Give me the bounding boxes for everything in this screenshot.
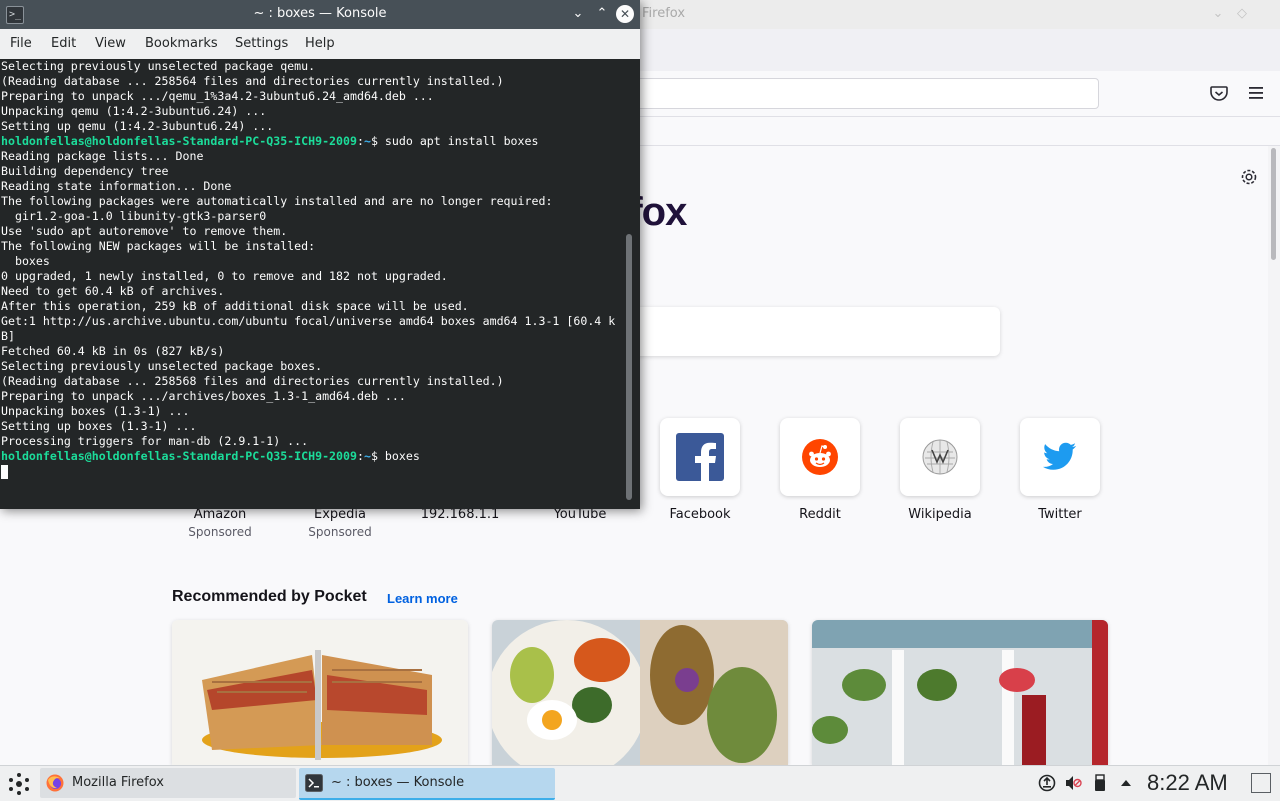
terminal-line: Unpacking boxes (1.3-1) ... — [1, 404, 190, 418]
top-site-label: YouTube — [553, 507, 607, 522]
terminal-line: Preparing to unpack .../qemu_1%3a4.2-3ub… — [1, 89, 434, 103]
page-scrollbar-thumb[interactable] — [1271, 148, 1276, 260]
menu-help[interactable]: Help — [305, 36, 335, 51]
pocket-story-card[interactable] — [492, 620, 788, 765]
terminal-prompt-line: holdonfellas@holdonfellas-Standard-PC-Q3… — [1, 134, 538, 149]
terminal-line: 0 upgraded, 1 newly installed, 0 to remo… — [1, 269, 448, 283]
terminal-line: The following packages were automaticall… — [1, 194, 553, 208]
konsole-window-title: ~ : boxes — Konsole — [253, 6, 387, 21]
sponsored-label: Sponsored — [308, 525, 372, 539]
pocket-icon[interactable] — [1208, 82, 1230, 104]
prompt-command: $ sudo apt install boxes — [370, 134, 539, 148]
terminal-line: Need to get 60.4 kB of archives. — [1, 284, 225, 298]
terminal-line: B] — [1, 329, 15, 343]
twitter-icon — [1043, 442, 1077, 470]
pocket-story-card[interactable] — [812, 620, 1108, 765]
taskbar: Mozilla Firefox ~ : boxes — Konsole 8:22… — [0, 765, 1280, 801]
konsole-titlebar[interactable]: >_ ~ : boxes — Konsole ⌄ ⌃ ✕ — [0, 0, 640, 29]
prompt-separator: : — [356, 449, 364, 463]
terminal-line: After this operation, 259 kB of addition… — [1, 299, 469, 313]
top-site-reddit[interactable]: Reddit — [780, 418, 860, 522]
story-thumbnail — [172, 620, 468, 765]
top-site-label: Wikipedia — [908, 507, 972, 522]
pocket-heading: Recommended by Pocket — [172, 588, 367, 605]
terminal-line: Reading package lists... Done — [1, 149, 204, 163]
firefox-icon — [46, 774, 64, 792]
maximize-icon[interactable]: ◇ — [1234, 6, 1250, 22]
terminal-line: Fetched 60.4 kB in 0s (827 kB/s) — [1, 344, 225, 358]
gear-icon[interactable] — [1238, 166, 1260, 188]
pocket-story-card[interactable] — [172, 620, 468, 765]
minimize-icon[interactable]: ⌄ — [1210, 6, 1226, 22]
taskbar-item-konsole[interactable]: ~ : boxes — Konsole — [299, 768, 555, 800]
top-site-label: 192.168.1.1 — [420, 507, 500, 522]
terminal-line: Use 'sudo apt autoremove' to remove them… — [1, 224, 288, 238]
application-launcher-icon[interactable] — [6, 771, 32, 797]
terminal-scrollbar-thumb[interactable] — [626, 234, 632, 500]
clock[interactable]: 8:22 AM — [1147, 770, 1228, 796]
removable-device-icon[interactable] — [1091, 774, 1109, 792]
menu-view[interactable]: View — [95, 36, 126, 51]
top-site-facebook[interactable]: Facebook — [660, 418, 740, 522]
learn-more-link[interactable]: Learn more — [387, 591, 458, 606]
top-site-wikipedia[interactable]: Wikipedia — [900, 418, 980, 522]
reddit-icon — [802, 439, 838, 475]
top-site-label: Expedia — [314, 507, 366, 522]
menu-bookmarks[interactable]: Bookmarks — [145, 36, 218, 51]
terminal-line: gir1.2-goa-1.0 libunity-gtk3-parser0 — [1, 209, 267, 223]
terminal-line: Preparing to unpack .../archives/boxes_1… — [1, 389, 406, 403]
menu-settings[interactable]: Settings — [235, 36, 288, 51]
prompt-user-host: holdonfellas@holdonfellas-Standard-PC-Q3… — [1, 134, 357, 148]
prompt-separator: : — [356, 134, 364, 148]
menu-file[interactable]: File — [10, 36, 32, 51]
show-desktop-icon[interactable] — [1251, 773, 1271, 793]
terminal-line: Building dependency tree — [1, 164, 169, 178]
top-site-label: Amazon — [193, 507, 247, 522]
prompt-user-host: holdonfellas@holdonfellas-Standard-PC-Q3… — [1, 449, 357, 463]
terminal-line: Reading state information... Done — [1, 179, 232, 193]
maximize-icon[interactable]: ⌃ — [593, 5, 611, 23]
terminal-line: Unpacking qemu (1:4.2-3ubuntu6.24) ... — [1, 104, 267, 118]
terminal-line: Setting up boxes (1.3-1) ... — [1, 419, 197, 433]
chevron-up-icon[interactable] — [1117, 774, 1135, 792]
updates-icon[interactable] — [1038, 774, 1056, 792]
prompt-command: $ boxes — [370, 449, 420, 463]
hamburger-menu-icon[interactable] — [1245, 82, 1267, 104]
terminal-prompt-line: holdonfellas@holdonfellas-Standard-PC-Q3… — [1, 449, 420, 464]
terminal-line: Selecting previously unselected package … — [1, 59, 316, 73]
top-site-label: Facebook — [669, 507, 731, 522]
terminal-line: Processing triggers for man-db (2.9.1-1)… — [1, 434, 309, 448]
konsole-menubar: File Edit View Bookmarks Settings Help — [0, 29, 640, 59]
story-thumbnail — [492, 620, 788, 765]
facebook-icon — [676, 433, 724, 481]
terminal-line: Get:1 http://us.archive.ubuntu.com/ubunt… — [1, 314, 616, 328]
terminal-output[interactable]: Selecting previously unselected package … — [0, 59, 624, 509]
terminal-line: (Reading database ... 258564 files and d… — [1, 74, 504, 88]
terminal-line: boxes — [1, 254, 50, 268]
sponsored-label: Sponsored — [188, 525, 252, 539]
close-icon[interactable]: ✕ — [616, 5, 634, 23]
prompt-path: ~ — [363, 134, 371, 148]
minimize-icon[interactable]: ⌄ — [569, 5, 587, 23]
taskbar-item-firefox[interactable]: Mozilla Firefox — [40, 768, 296, 798]
terminal-line: Selecting previously unselected package … — [1, 359, 323, 373]
story-thumbnail — [812, 620, 1108, 765]
konsole-window[interactable]: >_ ~ : boxes — Konsole ⌄ ⌃ ✕ File Edit V… — [0, 0, 640, 509]
volume-muted-icon[interactable] — [1064, 774, 1082, 792]
taskbar-item-label: Mozilla Firefox — [72, 775, 164, 790]
terminal-line: (Reading database ... 258568 files and d… — [1, 374, 504, 388]
menu-edit[interactable]: Edit — [51, 36, 76, 51]
wikipedia-icon — [922, 439, 958, 475]
konsole-icon — [305, 774, 323, 792]
top-site-label: Twitter — [1038, 507, 1082, 522]
taskbar-item-label: ~ : boxes — Konsole — [331, 775, 465, 790]
prompt-path: ~ — [363, 449, 371, 463]
terminal-line: The following NEW packages will be insta… — [1, 239, 316, 253]
terminal-cursor — [1, 465, 8, 479]
top-site-twitter[interactable]: Twitter — [1020, 418, 1100, 522]
firefox-window-title: Firefox — [642, 6, 686, 21]
top-site-label: Reddit — [799, 507, 841, 522]
terminal-line: Setting up qemu (1:4.2-3ubuntu6.24) ... — [1, 119, 274, 133]
url-bar[interactable] — [600, 78, 1099, 109]
